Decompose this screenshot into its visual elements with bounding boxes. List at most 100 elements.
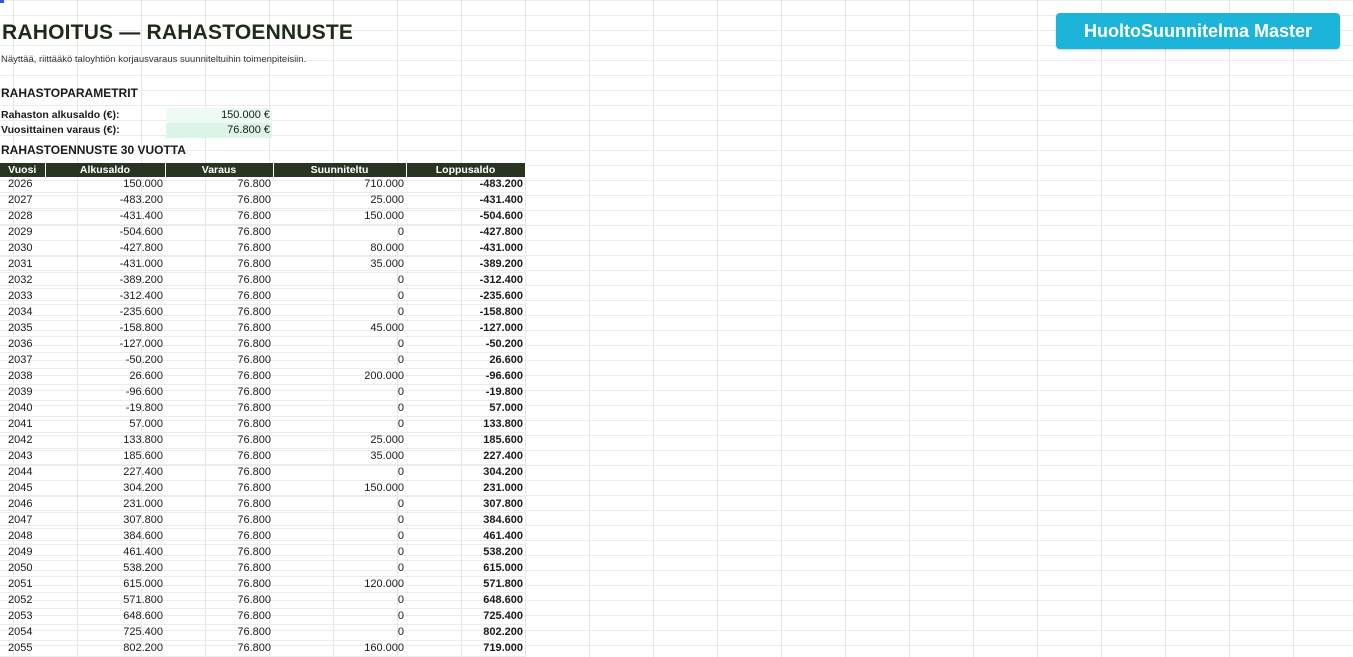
cell-planned[interactable]: 0 bbox=[273, 512, 406, 529]
cell-year[interactable]: 2050 bbox=[0, 560, 45, 577]
cell-start-balance[interactable]: 571.800 bbox=[45, 592, 165, 609]
cell-start-balance[interactable]: -127.000 bbox=[45, 336, 165, 353]
cell-end-balance[interactable]: -158.800 bbox=[406, 304, 525, 321]
cell-start-balance[interactable]: 231.000 bbox=[45, 496, 165, 513]
cell-year[interactable]: 2032 bbox=[0, 272, 45, 289]
cell-year[interactable]: 2031 bbox=[0, 256, 45, 273]
annual-reserve-cell[interactable]: 76.800 € bbox=[166, 123, 272, 138]
cell-reserve[interactable]: 76.800 bbox=[165, 288, 273, 305]
cell-year[interactable]: 2052 bbox=[0, 592, 45, 609]
cell-year[interactable]: 2049 bbox=[0, 544, 45, 561]
cell-reserve[interactable]: 76.800 bbox=[165, 400, 273, 417]
cell-reserve[interactable]: 76.800 bbox=[165, 320, 273, 337]
cell-year[interactable]: 2044 bbox=[0, 464, 45, 481]
cell-reserve[interactable]: 76.800 bbox=[165, 256, 273, 273]
cell-planned[interactable]: 0 bbox=[273, 608, 406, 625]
cell-reserve[interactable]: 76.800 bbox=[165, 432, 273, 449]
cell-start-balance[interactable]: -312.400 bbox=[45, 288, 165, 305]
cell-start-balance[interactable]: -431.000 bbox=[45, 256, 165, 273]
cell-planned[interactable]: 45.000 bbox=[273, 320, 406, 337]
cell-end-balance[interactable]: 538.200 bbox=[406, 544, 525, 561]
cell-year[interactable]: 2027 bbox=[0, 192, 45, 209]
cell-year[interactable]: 2033 bbox=[0, 288, 45, 305]
cell-end-balance[interactable]: -96.600 bbox=[406, 368, 525, 385]
cell-planned[interactable]: 200.000 bbox=[273, 368, 406, 385]
cell-planned[interactable]: 0 bbox=[273, 224, 406, 241]
start-balance-cell[interactable]: 150.000 € bbox=[166, 108, 272, 123]
cell-year[interactable]: 2054 bbox=[0, 624, 45, 641]
col-header-end[interactable]: Loppusaldo bbox=[406, 163, 526, 177]
cell-planned[interactable]: 0 bbox=[273, 352, 406, 369]
cell-end-balance[interactable]: -431.000 bbox=[406, 240, 525, 257]
cell-planned[interactable]: 160.000 bbox=[273, 640, 406, 657]
cell-end-balance[interactable]: 231.000 bbox=[406, 480, 525, 497]
cell-reserve[interactable]: 76.800 bbox=[165, 640, 273, 657]
cell-year[interactable]: 2042 bbox=[0, 432, 45, 449]
cell-end-balance[interactable]: -431.400 bbox=[406, 192, 525, 209]
cell-end-balance[interactable]: -483.200 bbox=[406, 177, 525, 193]
brand-button[interactable]: HuoltoSuunnitelma Master bbox=[1056, 13, 1340, 49]
cell-reserve[interactable]: 76.800 bbox=[165, 208, 273, 225]
cell-end-balance[interactable]: 615.000 bbox=[406, 560, 525, 577]
cell-start-balance[interactable]: 725.400 bbox=[45, 624, 165, 641]
cell-start-balance[interactable]: -96.600 bbox=[45, 384, 165, 401]
cell-end-balance[interactable]: -50.200 bbox=[406, 336, 525, 353]
cell-reserve[interactable]: 76.800 bbox=[165, 352, 273, 369]
cell-planned[interactable]: 25.000 bbox=[273, 192, 406, 209]
cell-year[interactable]: 2028 bbox=[0, 208, 45, 225]
cell-end-balance[interactable]: 227.400 bbox=[406, 448, 525, 465]
cell-end-balance[interactable]: 571.800 bbox=[406, 576, 525, 593]
cell-reserve[interactable]: 76.800 bbox=[165, 192, 273, 209]
cell-year[interactable]: 2039 bbox=[0, 384, 45, 401]
cell-end-balance[interactable]: -127.000 bbox=[406, 320, 525, 337]
cell-planned[interactable]: 710.000 bbox=[273, 177, 406, 193]
cell-year[interactable]: 2030 bbox=[0, 240, 45, 257]
col-header-start[interactable]: Alkusaldo bbox=[45, 163, 166, 177]
cell-start-balance[interactable]: 133.800 bbox=[45, 432, 165, 449]
cell-year[interactable]: 2034 bbox=[0, 304, 45, 321]
cell-year[interactable]: 2029 bbox=[0, 224, 45, 241]
cell-year[interactable]: 2047 bbox=[0, 512, 45, 529]
cell-planned[interactable]: 0 bbox=[273, 416, 406, 433]
cell-end-balance[interactable]: 185.600 bbox=[406, 432, 525, 449]
cell-end-balance[interactable]: 725.400 bbox=[406, 608, 525, 625]
cell-planned[interactable]: 80.000 bbox=[273, 240, 406, 257]
cell-year[interactable]: 2038 bbox=[0, 368, 45, 385]
cell-start-balance[interactable]: 150.000 bbox=[45, 177, 165, 193]
cell-year[interactable]: 2051 bbox=[0, 576, 45, 593]
cell-reserve[interactable]: 76.800 bbox=[165, 368, 273, 385]
cell-year[interactable]: 2026 bbox=[0, 177, 45, 193]
cell-reserve[interactable]: 76.800 bbox=[165, 304, 273, 321]
cell-planned[interactable]: 120.000 bbox=[273, 576, 406, 593]
cell-end-balance[interactable]: -504.600 bbox=[406, 208, 525, 225]
cell-start-balance[interactable]: -235.600 bbox=[45, 304, 165, 321]
cell-end-balance[interactable]: -427.800 bbox=[406, 224, 525, 241]
cell-start-balance[interactable]: -504.600 bbox=[45, 224, 165, 241]
cell-reserve[interactable]: 76.800 bbox=[165, 480, 273, 497]
cell-planned[interactable]: 0 bbox=[273, 560, 406, 577]
cell-reserve[interactable]: 76.800 bbox=[165, 448, 273, 465]
cell-reserve[interactable]: 76.800 bbox=[165, 224, 273, 241]
cell-planned[interactable]: 0 bbox=[273, 464, 406, 481]
cell-year[interactable]: 2053 bbox=[0, 608, 45, 625]
cell-planned[interactable]: 0 bbox=[273, 528, 406, 545]
cell-year[interactable]: 2037 bbox=[0, 352, 45, 369]
cell-start-balance[interactable]: 615.000 bbox=[45, 576, 165, 593]
cell-year[interactable]: 2055 bbox=[0, 640, 45, 657]
cell-end-balance[interactable]: -312.400 bbox=[406, 272, 525, 289]
cell-planned[interactable]: 0 bbox=[273, 400, 406, 417]
cell-reserve[interactable]: 76.800 bbox=[165, 544, 273, 561]
col-header-reserve[interactable]: Varaus bbox=[165, 163, 274, 177]
cell-start-balance[interactable]: -431.400 bbox=[45, 208, 165, 225]
cell-planned[interactable]: 0 bbox=[273, 272, 406, 289]
cell-reserve[interactable]: 76.800 bbox=[165, 592, 273, 609]
col-header-year[interactable]: Vuosi bbox=[0, 163, 46, 177]
cell-start-balance[interactable]: 648.600 bbox=[45, 608, 165, 625]
cell-year[interactable]: 2035 bbox=[0, 320, 45, 337]
cell-end-balance[interactable]: 26.600 bbox=[406, 352, 525, 369]
cell-end-balance[interactable]: 384.600 bbox=[406, 512, 525, 529]
cell-reserve[interactable]: 76.800 bbox=[165, 416, 273, 433]
cell-year[interactable]: 2043 bbox=[0, 448, 45, 465]
cell-end-balance[interactable]: 719.000 bbox=[406, 640, 525, 657]
cell-start-balance[interactable]: -483.200 bbox=[45, 192, 165, 209]
